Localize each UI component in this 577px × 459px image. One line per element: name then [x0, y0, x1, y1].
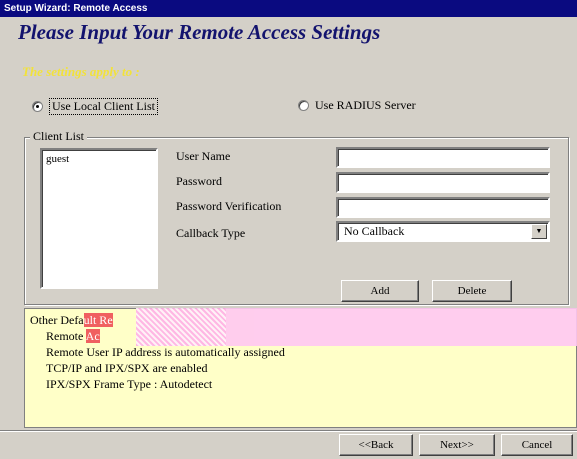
info-highlight: ult Re [83, 313, 113, 327]
window-title: Setup Wizard: Remote Access [4, 3, 148, 14]
window-titlebar: Setup Wizard: Remote Access [0, 0, 577, 17]
radius-server-option[interactable]: Use RADIUS Server [298, 98, 416, 113]
password-input[interactable] [336, 172, 550, 193]
back-button[interactable]: <<Back [339, 434, 413, 456]
password-verification-input[interactable] [336, 197, 550, 218]
setup-wizard-window: Setup Wizard: Remote Access Please Input… [0, 0, 577, 459]
callback-type-select[interactable]: No Callback ▼ [336, 221, 550, 242]
delete-button[interactable]: Delete [432, 280, 512, 302]
footer-divider [0, 430, 577, 432]
password-verification-label: Password Verification [176, 199, 282, 213]
client-list-legend: Client List [30, 129, 87, 144]
local-client-list-label[interactable]: Use Local Client List [49, 98, 158, 115]
callback-type-value: No Callback [344, 224, 405, 238]
user-name-label: User Name [176, 149, 231, 163]
info-line: Remote User IP address is automatically … [46, 345, 285, 359]
user-name-input[interactable] [336, 147, 550, 168]
next-button[interactable]: Next>> [419, 434, 495, 456]
local-client-list-option[interactable]: Use Local Client List [32, 98, 158, 115]
page-heading: Please Input Your Remote Access Settings [18, 20, 381, 44]
info-text: Remote [46, 329, 86, 343]
radius-server-label[interactable]: Use RADIUS Server [315, 98, 416, 113]
list-item[interactable]: guest [46, 153, 152, 165]
client-listbox[interactable]: guest [40, 148, 158, 289]
info-text: Other Defa [30, 313, 84, 327]
settings-apply-label: The settings apply to : [22, 64, 140, 79]
info-line: IPX/SPX Frame Type : Autodetect [46, 377, 213, 391]
info-highlight: Ac [85, 329, 100, 343]
cancel-button[interactable]: Cancel [501, 434, 573, 456]
dropdown-arrow-icon[interactable]: ▼ [531, 224, 547, 239]
info-line: TCP/IP and IPX/SPX are enabled [46, 361, 208, 375]
password-label: Password [176, 174, 223, 188]
rendering-artifact-overlay [136, 308, 577, 346]
local-client-list-radio[interactable] [32, 101, 43, 112]
radius-server-radio[interactable] [298, 100, 309, 111]
add-button[interactable]: Add [341, 280, 419, 302]
callback-type-label: Callback Type [176, 226, 246, 240]
